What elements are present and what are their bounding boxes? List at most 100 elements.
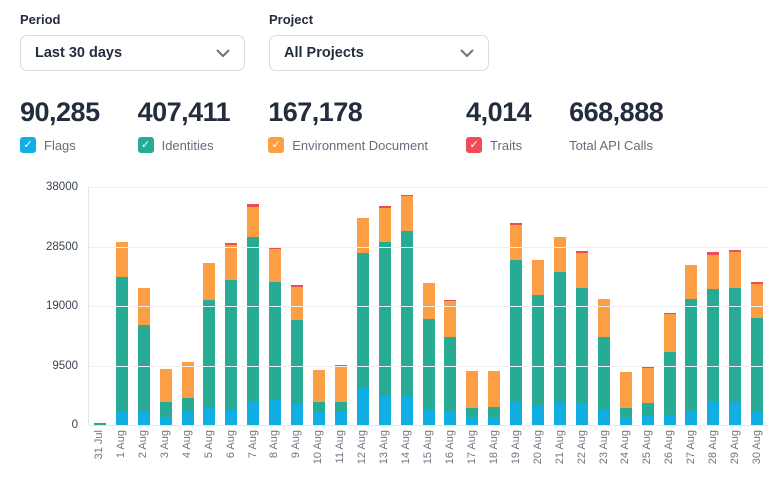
bar-segment-environment-document — [488, 371, 500, 407]
x-label-column: 18 Aug — [483, 430, 505, 464]
bar-stack — [401, 195, 413, 425]
x-tick-label: 30 Aug — [751, 430, 763, 464]
bar-segment-flags — [401, 395, 413, 425]
stat-label: Identities — [162, 138, 214, 153]
x-label-column: 6 Aug — [220, 430, 242, 464]
x-label-column: 31 Jul — [88, 430, 110, 464]
gridline — [89, 247, 768, 248]
bar-segment-flags — [116, 412, 128, 425]
x-label-column: 12 Aug — [351, 430, 373, 464]
bar-segment-flags — [751, 412, 763, 425]
bar-segment-identities — [291, 320, 303, 405]
bar-segment-flags — [510, 402, 522, 425]
x-label-column: 7 Aug — [242, 430, 264, 464]
bar-segment-flags — [488, 417, 500, 425]
bar-segment-flags — [247, 402, 259, 425]
bar-segment-identities — [466, 408, 478, 416]
bar-stack — [444, 300, 456, 425]
bar-segment-environment-document — [335, 367, 347, 402]
x-label-column: 20 Aug — [527, 430, 549, 464]
bar-segment-flags — [138, 411, 150, 425]
x-tick-label: 22 Aug — [576, 430, 588, 464]
x-label-column: 14 Aug — [395, 430, 417, 464]
x-tick-label: 20 Aug — [532, 430, 544, 464]
bar-segment-identities — [182, 398, 194, 412]
bar-stack — [488, 371, 500, 425]
bar-stack — [423, 283, 435, 425]
x-tick-label: 19 Aug — [510, 430, 522, 464]
bar-segment-environment-document — [379, 208, 391, 242]
bar-segment-flags — [182, 412, 194, 425]
bar-stack — [685, 265, 697, 425]
x-tick-label: 25 Aug — [641, 430, 653, 464]
project-filter: Project All Projects — [269, 12, 489, 71]
bar-stack — [510, 223, 522, 425]
bar-segment-flags — [335, 412, 347, 425]
x-label-column: 29 Aug — [724, 430, 746, 464]
bar-stack — [357, 218, 369, 425]
gridline — [89, 366, 768, 367]
x-tick-label: 5 Aug — [203, 430, 215, 458]
stat-label: Total API Calls — [569, 138, 653, 153]
x-tick-label: 14 Aug — [400, 430, 412, 464]
bar-segment-identities — [642, 403, 654, 416]
bar-stack — [642, 367, 654, 425]
bar-segment-environment-document — [664, 314, 676, 351]
bar-segment-environment-document — [291, 287, 303, 320]
bar-segment-identities — [225, 280, 237, 410]
bar-segment-flags — [225, 410, 237, 425]
bar-segment-identities — [510, 260, 522, 403]
x-label-column: 4 Aug — [176, 430, 198, 464]
bar-stack — [313, 370, 325, 425]
x-label-column: 21 Aug — [549, 430, 571, 464]
x-axis-labels: 31 Jul 1 Aug 2 Aug 3 Aug4 Aug 5 Aug 6 Aug7 Au… — [88, 430, 768, 464]
x-tick-label: 26 Aug — [663, 430, 675, 464]
bar-stack — [182, 362, 194, 425]
project-select[interactable]: All Projects — [269, 35, 489, 71]
bar-segment-flags — [729, 402, 741, 425]
api-usage-chart: 09500190002850038000 31 Jul1 Aug2 Aug3 A… — [20, 187, 768, 464]
bar-segment-identities — [247, 237, 259, 402]
x-label-column: 13 Aug — [373, 430, 395, 464]
bar-segment-environment-document — [729, 252, 741, 288]
y-tick-label: 19000 — [46, 300, 78, 312]
bar-stack — [729, 250, 741, 425]
x-tick-label: 31 Jul — [93, 430, 105, 459]
plot-area — [88, 187, 768, 425]
bar-segment-flags — [313, 412, 325, 425]
bar-segment-flags — [357, 388, 369, 425]
legend-checkbox[interactable]: ✓ — [138, 137, 154, 153]
bar-stack — [466, 371, 478, 425]
stat-block: 407,411✓Identities — [138, 97, 231, 153]
legend-checkbox[interactable]: ✓ — [466, 137, 482, 153]
x-tick-label: 27 Aug — [685, 430, 697, 464]
x-label-column: 2 Aug — [132, 430, 154, 464]
x-label-column: 3 Aug — [154, 430, 176, 464]
stat-label: Environment Document — [292, 138, 428, 153]
bar-segment-environment-document — [203, 263, 215, 301]
bar-segment-identities — [444, 337, 456, 412]
period-label: Period — [20, 12, 245, 27]
x-tick-label: 2 Aug — [137, 430, 149, 458]
period-select-value: Last 30 days — [35, 45, 122, 61]
bar-segment-identities — [203, 300, 215, 408]
y-tick-label: 28500 — [46, 241, 78, 253]
bar-segment-environment-document — [160, 369, 172, 403]
bar-segment-identities — [357, 253, 369, 388]
project-select-value: All Projects — [284, 45, 364, 61]
bar-segment-identities — [379, 242, 391, 395]
legend-checkbox[interactable]: ✓ — [20, 137, 36, 153]
legend-checkbox[interactable]: ✓ — [268, 137, 284, 153]
bar-segment-environment-document — [510, 225, 522, 260]
bar-segment-identities — [620, 408, 632, 416]
stat-label-row: Total API Calls — [569, 137, 663, 153]
bar-segment-environment-document — [685, 265, 697, 299]
bar-stack — [160, 369, 172, 425]
x-tick-label: 1 Aug — [115, 430, 127, 458]
y-tick-label: 38000 — [46, 181, 78, 193]
bar-segment-environment-document — [247, 207, 259, 237]
bar-segment-identities — [598, 337, 610, 409]
bar-segment-flags — [423, 410, 435, 425]
bar-stack — [554, 237, 566, 425]
period-select[interactable]: Last 30 days — [20, 35, 245, 71]
